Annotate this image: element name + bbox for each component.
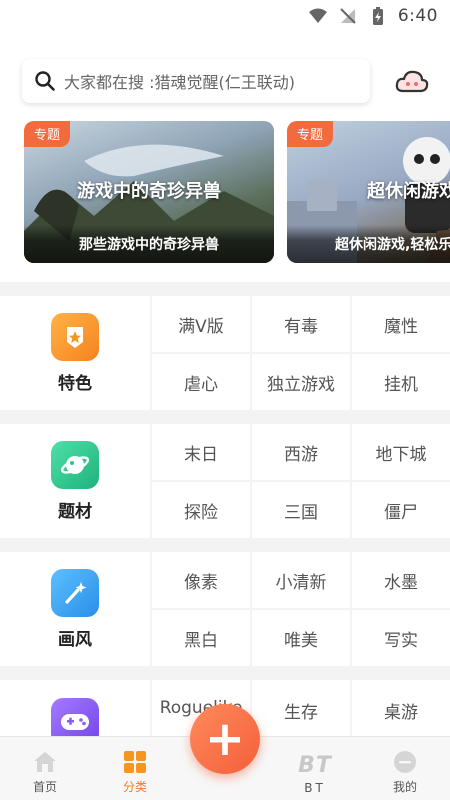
cloud-game-button[interactable] — [392, 62, 432, 100]
tag-cell[interactable]: 黑白 — [152, 610, 250, 666]
banner-headline: 游戏中的奇珍异兽 — [77, 181, 221, 202]
banner-caption: 超休闲游戏,轻松乐 — [287, 225, 450, 263]
search-row: 大家都在搜 :猎魂觉醒(仁王联动) — [22, 58, 432, 104]
cloud-game-icon — [395, 70, 429, 93]
banner-carousel[interactable]: 专题 游戏中的奇珍异兽 那些游戏中的奇珍异兽 专题 超休闲游戏 超休闲游戏,轻松… — [0, 121, 450, 265]
section-title: 画风 — [58, 629, 92, 650]
tag-cell[interactable]: 三国 — [252, 482, 350, 538]
tag-grid: 满V版 有毒 魔性 虐心 独立游戏 挂机 — [150, 296, 450, 410]
category-section-art-style: 画风 像素 小清新 水墨 黑白 唯美 写实 — [0, 552, 450, 666]
tag-cell[interactable]: 西游 — [252, 424, 350, 480]
category-section-theme: 题材 末日 西游 地下城 探险 三国 僵尸 — [0, 424, 450, 538]
nav-label: 首页 — [32, 780, 57, 794]
home-icon — [34, 752, 56, 772]
topic-tag: 专题 — [287, 121, 334, 147]
badge-icon — [51, 312, 99, 361]
nav-item-category[interactable]: 分类 — [90, 737, 180, 800]
category-section-features: 特色 满V版 有毒 魔性 虐心 独立游戏 挂机 — [0, 296, 450, 410]
category-grid-icon — [124, 751, 146, 773]
tag-cell[interactable]: 地下城 — [352, 424, 450, 480]
tag-cell[interactable]: 僵尸 — [352, 482, 450, 538]
tag-grid: 末日 西游 地下城 探险 三国 僵尸 — [150, 424, 450, 538]
tag-cell[interactable]: 像素 — [152, 552, 250, 608]
search-icon — [35, 71, 55, 91]
profile-icon — [394, 751, 416, 773]
tag-cell[interactable]: 水墨 — [352, 552, 450, 608]
nav-item-bt[interactable]: BT BT — [270, 737, 360, 800]
battery-charging-icon — [372, 7, 383, 25]
nav-label: BT — [304, 781, 326, 795]
tag-cell[interactable]: 虐心 — [152, 354, 250, 410]
nav-label: 分类 — [122, 780, 147, 794]
no-signal-icon — [340, 8, 356, 24]
tag-cell[interactable]: 魔性 — [352, 296, 450, 352]
banner-headline: 超休闲游戏 — [367, 181, 450, 202]
search-input[interactable]: 大家都在搜 :猎魂觉醒(仁王联动) — [22, 59, 370, 103]
status-time: 6:40 — [397, 6, 438, 26]
tag-cell[interactable]: 生存 — [252, 680, 350, 736]
nav-item-profile[interactable]: 我的 — [360, 737, 450, 800]
tag-cell[interactable]: 满V版 — [152, 296, 250, 352]
tag-grid: 像素 小清新 水墨 黑白 唯美 写实 — [150, 552, 450, 666]
tag-cell[interactable]: 探险 — [152, 482, 250, 538]
planet-icon — [51, 440, 99, 489]
banner-card[interactable]: 专题 超休闲游戏 超休闲游戏,轻松乐 — [287, 121, 450, 263]
tag-cell[interactable]: 独立游戏 — [252, 354, 350, 410]
banner-caption: 那些游戏中的奇珍异兽 — [24, 225, 274, 263]
bt-icon: BT — [298, 753, 332, 778]
banner-card[interactable]: 专题 游戏中的奇珍异兽 那些游戏中的奇珍异兽 — [24, 121, 274, 263]
add-button[interactable]: + — [190, 704, 260, 774]
section-title: 特色 — [58, 373, 92, 394]
search-placeholder: 大家都在搜 :猎魂觉醒(仁王联动) — [64, 73, 295, 92]
section-title: 题材 — [58, 501, 92, 522]
nav-label: 我的 — [392, 780, 417, 794]
topic-tag: 专题 — [24, 121, 71, 147]
nav-item-home[interactable]: 首页 — [0, 737, 90, 800]
section-header[interactable]: 画风 — [0, 552, 150, 666]
tag-cell[interactable]: 写实 — [352, 610, 450, 666]
tag-cell[interactable]: 唯美 — [252, 610, 350, 666]
section-header[interactable]: 特色 — [0, 296, 150, 410]
tag-cell[interactable]: 有毒 — [252, 296, 350, 352]
tag-cell[interactable]: 桌游 — [352, 680, 450, 736]
tag-cell[interactable]: 挂机 — [352, 354, 450, 410]
tag-cell[interactable]: 小清新 — [252, 552, 350, 608]
magic-wand-icon — [51, 568, 99, 617]
status-bar: 6:40 — [0, 0, 450, 32]
tag-cell[interactable]: 末日 — [152, 424, 250, 480]
section-header[interactable]: 题材 — [0, 424, 150, 538]
wifi-icon — [308, 8, 327, 23]
